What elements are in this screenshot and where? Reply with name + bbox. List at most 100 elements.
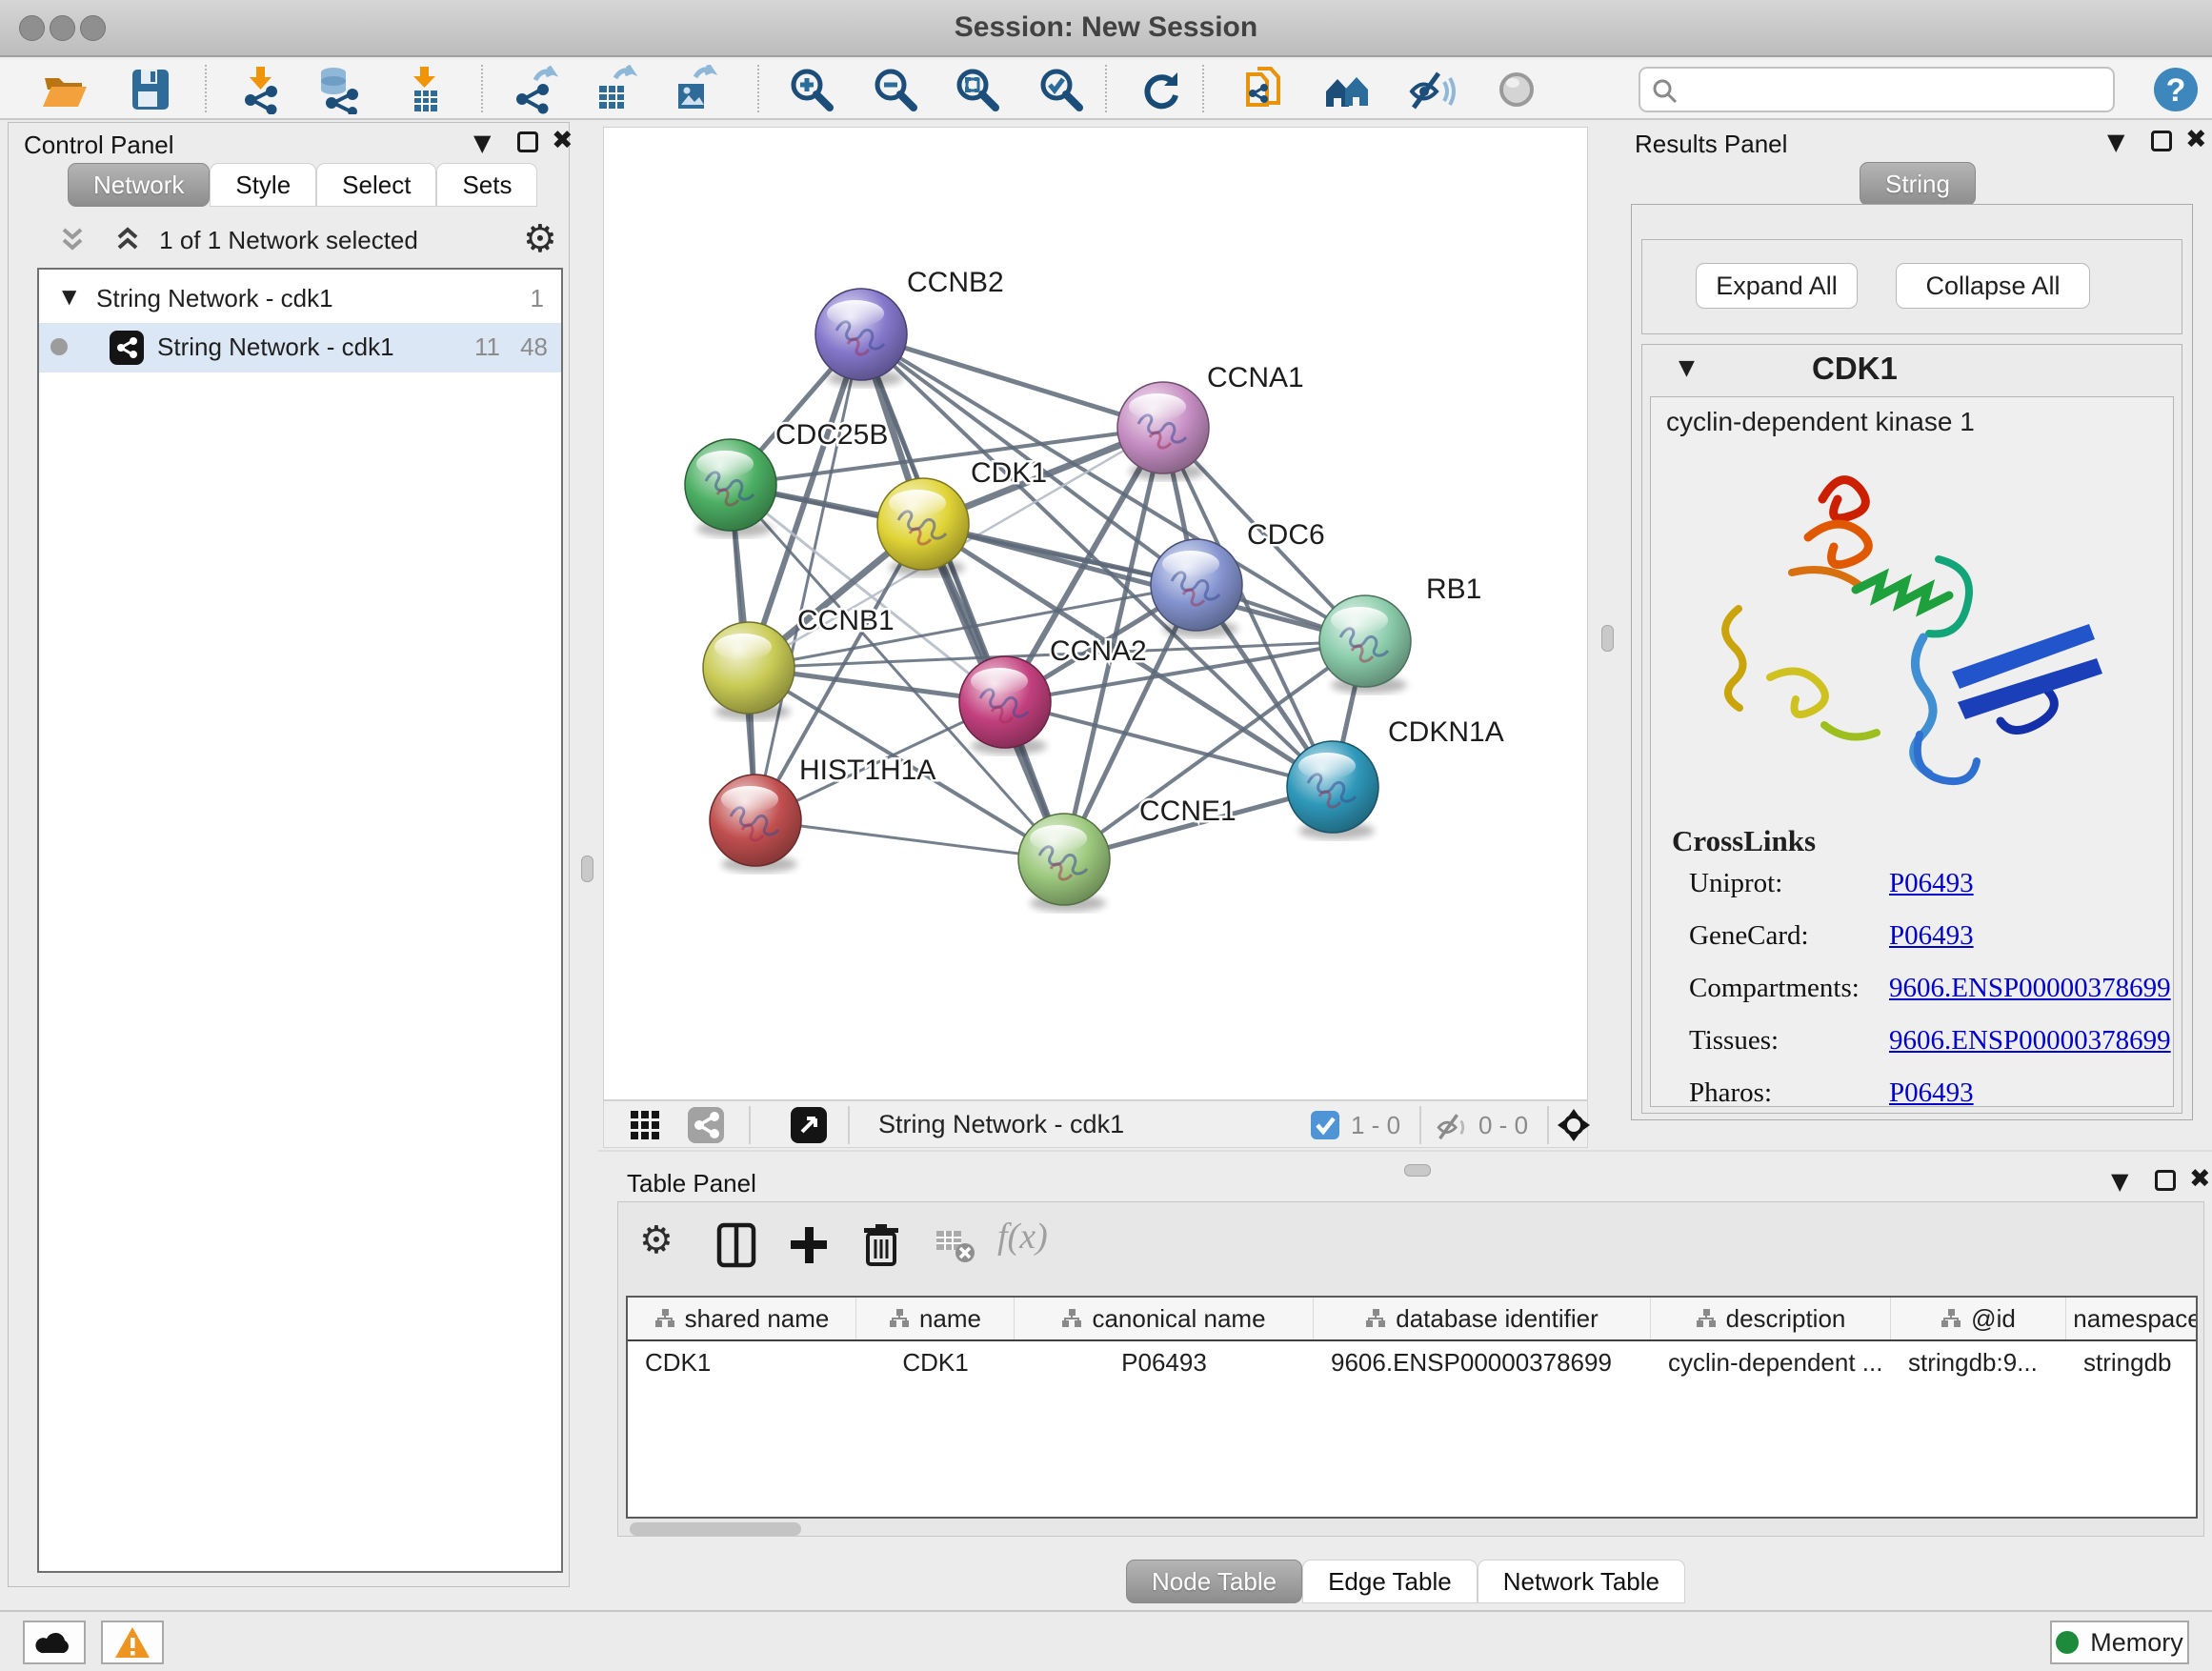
scrollbar-thumb[interactable] [630,1522,801,1536]
network-node-CDKN1A[interactable] [1287,741,1378,839]
expand-all-button[interactable]: Expand All [1696,263,1858,309]
node-label-CDC25B: CDC25B [775,419,888,451]
import-network-database-icon[interactable] [314,65,364,114]
tab-network-table[interactable]: Network Table [1478,1560,1685,1603]
tab-sets[interactable]: Sets [436,163,537,207]
network-node-CCNA2[interactable] [959,656,1051,755]
home-icon[interactable] [1322,65,1372,114]
float-panel-button[interactable]: ▼ [2107,128,2124,156]
detach-view-icon[interactable] [791,1107,827,1143]
function-builder-icon[interactable]: f(x) [997,1216,1048,1258]
table-row[interactable]: CDK1CDK1P064939606.ENSP00000378699cyclin… [628,1341,2196,1383]
entry-collapse-icon[interactable]: ▼ [1679,356,1695,380]
pan-crosshair-icon[interactable] [1557,1108,1591,1142]
protein-structure-image [1679,447,2137,820]
network-edge[interactable] [861,334,1163,428]
open-session-icon[interactable] [40,65,90,114]
close-panel-button[interactable]: ✖ [2185,127,2207,153]
crosslink-link[interactable]: 9606.ENSP00000378699 [1889,973,2171,1004]
maximize-panel-button[interactable] [2151,131,2172,151]
zoom-fit-icon[interactable] [953,65,1002,114]
column-header-canonical-name[interactable]: canonical name [1015,1298,1314,1339]
column-header-@id[interactable]: @id [1891,1298,2066,1339]
network-row-selected[interactable]: String Network - cdk1 11 48 [39,323,561,372]
close-panel-button[interactable]: ✖ [2189,1166,2211,1193]
table-options-gear-icon[interactable]: ⚙ [639,1221,674,1259]
node-label-CCNA2: CCNA2 [1050,635,1147,667]
tab-edge-table[interactable]: Edge Table [1302,1560,1478,1603]
export-network-icon[interactable] [511,65,560,114]
tab-style[interactable]: Style [210,163,316,207]
selected-counts: 1 - 0 [1351,1111,1400,1140]
zoom-in-icon[interactable] [787,65,836,114]
network-node-RB1[interactable] [1319,595,1411,694]
column-header-description[interactable]: description [1651,1298,1891,1339]
search-input[interactable] [1688,70,2107,109]
delete-table-icon[interactable] [929,1218,982,1271]
import-network-file-icon[interactable] [236,65,286,114]
cloud-icon [33,1626,75,1659]
network-node-CCNA1[interactable] [1117,382,1209,480]
column-header-database-identifier[interactable]: database identifier [1314,1298,1651,1339]
float-panel-button[interactable]: ▼ [2111,1167,2128,1196]
clone-network-icon[interactable] [1238,65,1288,114]
add-column-icon[interactable] [782,1218,835,1271]
network-options-gear-icon[interactable]: ⚙ [523,220,557,258]
node-label-HIST1H1A: HIST1H1A [799,755,935,786]
close-panel-button[interactable]: ✖ [552,128,573,154]
table-panel: Table Panel ▼ ✖ ⚙ f(x) shared namenameca… [598,1150,2212,1585]
help-icon[interactable]: ? [2151,65,2201,114]
network-node-CDK1[interactable] [877,478,969,576]
zoom-selected-icon[interactable] [1036,65,1086,114]
collapse-all-button[interactable]: Collapse All [1896,263,2090,309]
tab-string[interactable]: String [1860,162,1976,206]
zoom-out-icon[interactable] [871,65,920,114]
show-columns-icon[interactable] [710,1218,763,1271]
column-header-namespace[interactable]: namespace [2066,1298,2198,1339]
crosslink-link[interactable]: P06493 [1889,1077,1974,1109]
right-divider-grip[interactable] [1601,625,1614,652]
node-entry-box: ▼ CDK1 cyclin-dependent kinase 1 [1641,344,2182,1114]
network-collection-row[interactable]: ▼ String Network - cdk1 1 [39,277,561,323]
import-table-file-icon[interactable] [400,65,450,114]
tab-network[interactable]: Network [68,163,210,207]
network-canvas[interactable]: CCNB2CCNA1CDC25BCDK1CDC6RB1CCNB1CCNA2CDK… [603,127,1588,1100]
network-share-view-icon[interactable] [688,1107,724,1143]
control-panel: Control Panel ▼ ✖ NetworkStyleSelectSets… [8,122,570,1587]
selected-checkbox-icon[interactable] [1311,1111,1339,1139]
delete-column-icon[interactable] [855,1218,908,1271]
network-node-HIST1H1A[interactable] [710,775,801,873]
maximize-panel-button[interactable] [2155,1170,2176,1191]
network-edge[interactable] [755,820,1064,859]
network-node-CCNE1[interactable] [1018,814,1110,912]
save-session-icon[interactable] [126,65,175,114]
left-divider-grip[interactable] [581,856,593,882]
tab-node-table[interactable]: Node Table [1126,1560,1302,1603]
refresh-icon[interactable] [1136,65,1185,114]
horizontal-scrollbar[interactable] [626,1522,2198,1538]
column-header-name[interactable]: name [856,1298,1015,1339]
float-panel-button[interactable]: ▼ [473,129,491,157]
crosslink-link[interactable]: P06493 [1889,920,1974,952]
table-panel-tabs: Node TableEdge TableNetwork Table [1126,1560,1685,1603]
column-header-shared-name[interactable]: shared name [628,1298,856,1339]
maximize-panel-button[interactable] [517,131,538,152]
search-box[interactable] [1639,67,2115,112]
crosslink-link[interactable]: P06493 [1889,868,1974,899]
warnings-button[interactable] [101,1621,164,1664]
export-image-icon[interactable] [669,65,718,114]
cloud-button[interactable] [23,1621,86,1664]
export-table-icon[interactable] [589,65,638,114]
tab-select[interactable]: Select [316,163,436,207]
crosslink-row: Uniprot:P06493 [1651,868,2173,919]
show-selection-icon[interactable] [1492,65,1541,114]
memory-button[interactable]: Memory [2050,1621,2189,1664]
hidden-eye-icon[interactable] [1435,1109,1469,1143]
grid-view-icon[interactable] [629,1109,661,1141]
network-edge-count: 48 [520,332,548,362]
hide-selection-icon[interactable] [1406,65,1456,114]
bottom-divider-grip[interactable] [1404,1164,1431,1177]
crosslink-link[interactable]: 9606.ENSP00000378699 [1889,1025,2171,1057]
network-node-CDC6[interactable] [1151,539,1242,637]
collection-expand-icon[interactable]: ▼ [62,285,76,308]
